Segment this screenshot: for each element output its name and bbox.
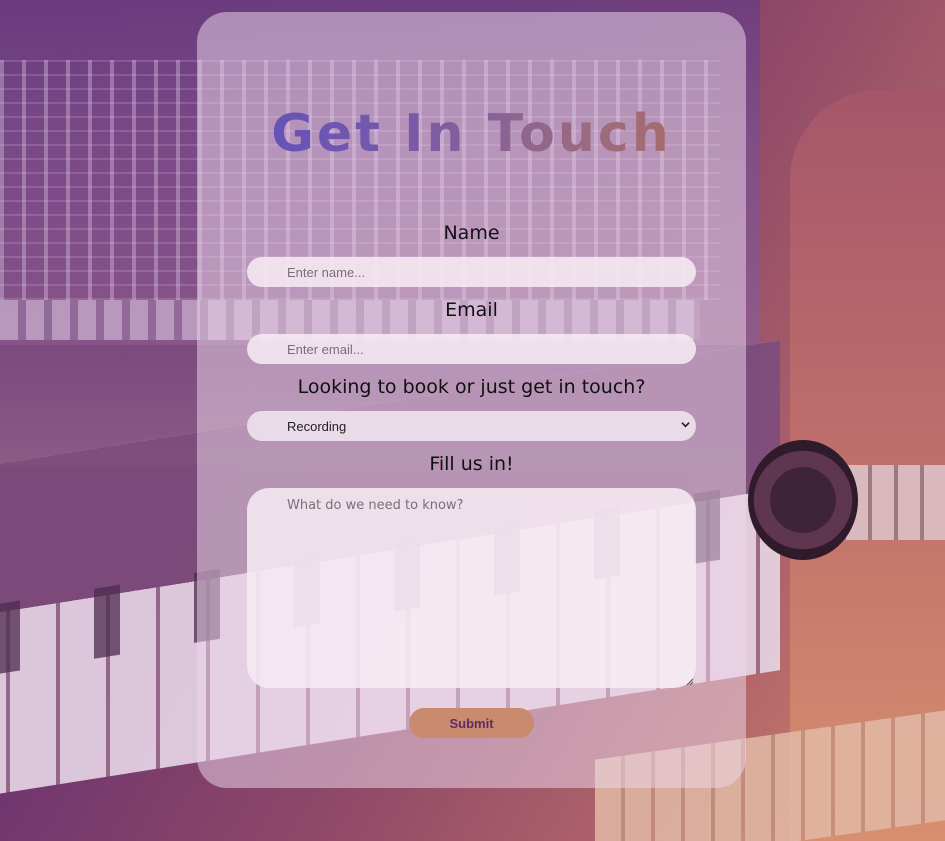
message-label: Fill us in! bbox=[429, 453, 514, 475]
name-input[interactable] bbox=[247, 257, 696, 287]
message-textarea[interactable] bbox=[247, 488, 696, 688]
inquiry-select[interactable]: Recording bbox=[247, 411, 696, 441]
submit-button[interactable]: Submit bbox=[409, 708, 534, 738]
inquiry-select-value: Recording bbox=[287, 418, 347, 434]
email-input[interactable] bbox=[247, 334, 696, 364]
inquiry-label: Looking to book or just get in touch? bbox=[297, 376, 646, 398]
resize-grip-icon[interactable] bbox=[686, 678, 694, 686]
page-title: Get In Touch bbox=[197, 104, 746, 164]
bg-watch bbox=[748, 440, 858, 560]
chevron-down-icon bbox=[681, 422, 690, 428]
email-label: Email bbox=[445, 299, 498, 321]
name-label: Name bbox=[443, 222, 500, 244]
contact-form-card: Get In Touch Name Email Looking to book … bbox=[197, 12, 746, 788]
